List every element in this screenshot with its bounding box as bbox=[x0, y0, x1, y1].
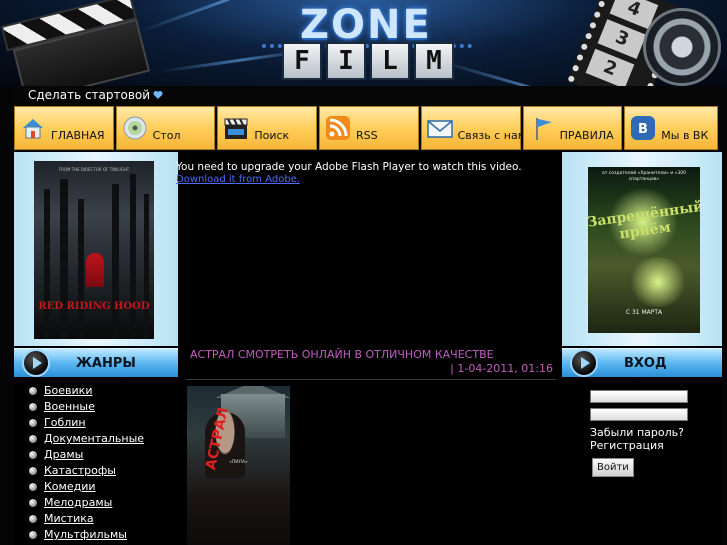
poster-tagline: FROM THE DIRECTOR OF TWILIGHT bbox=[58, 167, 130, 172]
username-input[interactable] bbox=[590, 390, 688, 403]
register-link[interactable]: Регистрация bbox=[590, 439, 664, 452]
nav-item-table[interactable]: Стол bbox=[115, 106, 216, 150]
bullet-icon bbox=[29, 435, 37, 443]
nav-label: ГЛАВНАЯ bbox=[51, 128, 105, 142]
film-reel-icon bbox=[643, 8, 721, 86]
login-button[interactable]: Войти bbox=[592, 458, 634, 477]
list-item: Боевики bbox=[14, 384, 178, 400]
svg-text:B: B bbox=[638, 122, 648, 137]
divider bbox=[186, 379, 556, 380]
genre-link[interactable]: Драмы bbox=[44, 448, 83, 461]
bullet-icon bbox=[29, 467, 37, 475]
light-ray bbox=[139, 0, 310, 33]
genres-heading-label: ЖАНРЫ bbox=[76, 355, 136, 371]
top-bar: Сделать стартовой bbox=[14, 86, 718, 106]
home-icon bbox=[23, 119, 43, 139]
right-sidebar: от создателей «Хранители» и «300 спартан… bbox=[562, 152, 722, 545]
play-circle-icon bbox=[22, 349, 50, 377]
genre-link[interactable]: Боевики bbox=[44, 384, 92, 397]
genre-link[interactable]: Гоблин bbox=[44, 416, 86, 429]
logo-film-letters[interactable]: F I L M bbox=[282, 42, 454, 80]
bullet-icon bbox=[29, 499, 37, 507]
site-header: ZONE F I L M 4 3 2 bbox=[0, 0, 727, 88]
bullet-icon bbox=[29, 483, 37, 491]
forgot-password-link[interactable]: Забыли пароль? bbox=[590, 426, 684, 439]
genre-link[interactable]: Документальные bbox=[44, 432, 144, 445]
list-item: Мистика bbox=[14, 512, 178, 528]
genre-link[interactable]: Военные bbox=[44, 400, 95, 413]
news-title-link[interactable]: АСТРАЛ СМОТРЕТЬ ОНЛАЙН В ОТЛИЧНОМ КАЧЕСТ… bbox=[190, 348, 494, 361]
flash-download-link[interactable]: Download it from Adobe. bbox=[176, 174, 300, 185]
nav-item-rss[interactable]: RSS bbox=[318, 106, 419, 150]
login-heading-label: ВХОД bbox=[624, 355, 667, 371]
genre-link[interactable]: Катастрофы bbox=[44, 464, 116, 477]
login-heading: ВХОД bbox=[562, 348, 722, 377]
red-riding-hood-poster[interactable]: FROM THE DIRECTOR OF TWILIGHT RED RIDING… bbox=[34, 161, 154, 339]
genre-link[interactable]: Мелодрамы bbox=[44, 496, 112, 509]
nav-label: RSS bbox=[355, 128, 378, 142]
password-input[interactable] bbox=[590, 408, 688, 421]
list-item: Драмы bbox=[14, 448, 178, 464]
nav-label: ПРАВИЛА bbox=[559, 128, 614, 142]
nav-item-home[interactable]: ГЛАВНАЯ bbox=[14, 106, 114, 150]
bullet-icon bbox=[29, 387, 37, 395]
envelope-icon bbox=[426, 120, 453, 138]
astral-poster[interactable]: «ПИЛА» АСТРАЛ bbox=[187, 386, 290, 545]
left-poster-frame: FROM THE DIRECTOR OF TWILIGHT RED RIDING… bbox=[14, 152, 178, 346]
heart-icon bbox=[153, 91, 163, 99]
poster-release-date: С 31 МАРТА bbox=[625, 309, 663, 316]
vk-icon: B bbox=[631, 116, 656, 140]
bullet-icon bbox=[29, 451, 37, 459]
main-content: You need to upgrade your Adobe Flash Pla… bbox=[176, 152, 562, 545]
logo-letter: F bbox=[282, 42, 322, 80]
nav-label: Поиск bbox=[254, 128, 290, 142]
poster-title: RED RIDING HOOD bbox=[38, 301, 150, 312]
flash-upgrade-message: You need to upgrade your Adobe Flash Pla… bbox=[176, 161, 522, 173]
clapperboard-icon bbox=[224, 118, 248, 139]
nav-label: Связь с нам bbox=[457, 128, 527, 142]
flag-icon bbox=[535, 118, 552, 140]
list-item: Военные bbox=[14, 400, 178, 416]
list-item: Мультфильмы bbox=[14, 528, 178, 544]
nav-item-search[interactable]: Поиск bbox=[217, 106, 317, 150]
bullet-icon bbox=[29, 515, 37, 523]
nav-label: Стол bbox=[152, 128, 181, 142]
logo-letter: M bbox=[414, 42, 454, 80]
clapperboard-graphic bbox=[0, 0, 156, 88]
genre-link[interactable]: Мистика bbox=[44, 512, 94, 525]
red-hood-figure bbox=[86, 253, 104, 287]
sucker-punch-poster[interactable]: от создателей «Хранители» и «300 спартан… bbox=[588, 167, 700, 333]
genre-link[interactable]: Комедии bbox=[44, 480, 96, 493]
play-circle-icon bbox=[570, 349, 598, 377]
left-sidebar: FROM THE DIRECTOR OF TWILIGHT RED RIDING… bbox=[14, 152, 178, 545]
logo-letter: I bbox=[326, 42, 366, 80]
disc-icon bbox=[123, 116, 147, 140]
rss-icon bbox=[325, 116, 350, 140]
genre-link[interactable]: Мультфильмы bbox=[44, 528, 127, 541]
bullet-icon bbox=[29, 419, 37, 427]
bullet-icon bbox=[29, 531, 37, 539]
list-item: Катастрофы bbox=[14, 464, 178, 480]
list-item: Мелодрамы bbox=[14, 496, 178, 512]
set-homepage-link[interactable]: Сделать стартовой bbox=[28, 88, 163, 102]
genres-list: Боевики Военные Гоблин Документальные Др… bbox=[14, 378, 178, 544]
set-homepage-label: Сделать стартовой bbox=[28, 88, 151, 102]
genres-heading: ЖАНРЫ bbox=[14, 348, 178, 377]
right-poster-frame: от создателей «Хранители» и «300 спартан… bbox=[562, 152, 722, 346]
nav-label: Мы в ВК bbox=[661, 128, 709, 142]
video-player[interactable] bbox=[178, 192, 562, 342]
main-nav: ГЛАВНАЯ Стол Поиск RSS Связь с нам ПРАВИ… bbox=[14, 106, 718, 152]
list-item: Комедии bbox=[14, 480, 178, 496]
nav-item-contact[interactable]: Связь с нам bbox=[420, 106, 526, 150]
nav-item-vk[interactable]: B Мы в ВК bbox=[624, 106, 718, 150]
poster-tagline: от создателей «Хранители» и «300 спартан… bbox=[601, 171, 687, 182]
news-date: | 1-04-2011, 01:16 bbox=[450, 362, 553, 375]
list-item: Гоблин bbox=[14, 416, 178, 432]
logo-letter: L bbox=[370, 42, 410, 80]
list-item: Документальные bbox=[14, 432, 178, 448]
nav-item-rules[interactable]: ПРАВИЛА bbox=[522, 106, 623, 150]
bullet-icon bbox=[29, 403, 37, 411]
